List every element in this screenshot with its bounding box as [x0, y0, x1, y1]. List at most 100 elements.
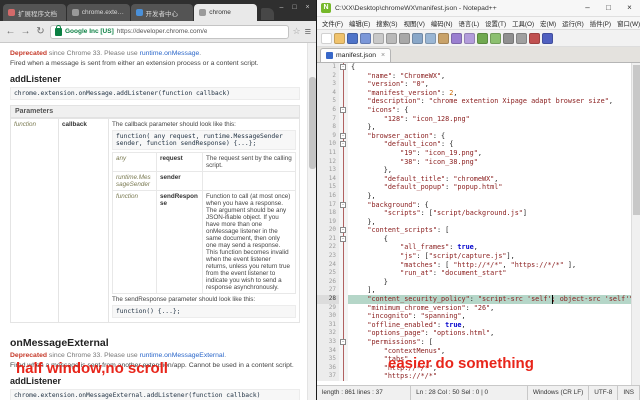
padlock-icon[interactable] [55, 24, 62, 36]
close-button[interactable]: × [301, 2, 314, 13]
scrollbar-thumb[interactable] [309, 77, 316, 169]
play-macro-icon[interactable] [542, 32, 553, 44]
paste-icon[interactable] [438, 32, 449, 44]
browser-menu-icon[interactable]: ≡ [305, 26, 311, 38]
editor-line[interactable]: 4 "manifest_version": 2, [317, 88, 631, 98]
bookmark-star-icon[interactable]: ☆ [293, 26, 301, 37]
code-editor[interactable]: 1-{2 "name": "ChromeWX", 3 "version": "0"… [317, 63, 640, 385]
maximize-button[interactable]: □ [288, 2, 301, 13]
editor-line[interactable]: 32 "options_page": "options.html", [317, 329, 631, 338]
editor-line[interactable]: 34 "contextMenus", [317, 346, 631, 356]
editor-line[interactable]: 1-{ [317, 63, 631, 72]
back-icon[interactable]: ← [5, 26, 16, 37]
editor-line[interactable]: 20- "content_scripts": [ [317, 226, 631, 235]
menu-item[interactable]: 编码(N) [428, 19, 456, 28]
editor-line[interactable]: 23 "js": ["script/capture.js"], [317, 252, 631, 261]
editor-line[interactable]: 21- { [317, 234, 631, 244]
cut-icon[interactable] [412, 32, 423, 44]
editor-line[interactable]: 9- "browser_action": { [317, 131, 631, 141]
replace-icon[interactable] [490, 32, 501, 44]
fold-collapse-icon[interactable]: - [340, 132, 346, 139]
ssl-org-label[interactable]: Google Inc [US] [65, 28, 114, 35]
browser-tab[interactable]: chrome.extension… [66, 4, 130, 21]
menu-item[interactable]: 设置(T) [482, 19, 509, 28]
maximize-button[interactable]: □ [598, 0, 619, 16]
zoom-in-icon[interactable] [503, 32, 514, 44]
editor-line[interactable]: 16 }, [317, 191, 631, 201]
fold-collapse-icon[interactable]: - [340, 201, 346, 208]
editor-line[interactable]: 29 "minimum_chrome_version": "26", [317, 303, 631, 313]
fold-collapse-icon[interactable]: - [340, 235, 346, 242]
fold-collapse-icon[interactable]: - [340, 64, 346, 70]
runtime-onmessage-link[interactable]: runtime.onMessage [140, 50, 200, 57]
editor-line[interactable]: 7 "128": "icon_128.png" [317, 114, 631, 124]
omnibox[interactable]: Google Inc [US] https://developer.chrome… [50, 24, 289, 39]
menu-item[interactable]: 运行(R) [559, 19, 587, 28]
zoom-out-icon[interactable] [516, 32, 527, 44]
minimize-button[interactable]: – [275, 2, 288, 13]
editor-line[interactable]: 22 "all_frames": true, [317, 243, 631, 253]
editor-line[interactable]: 11 "19": "icon_19.png", [317, 148, 631, 158]
editor-line[interactable]: 37 "https://*/*" [317, 372, 631, 381]
close-all-icon[interactable] [386, 32, 397, 44]
browser-tab[interactable]: chrome [194, 4, 257, 21]
browser-tab[interactable]: 扩展程序文档 [3, 4, 66, 21]
scrollbar-thumb[interactable] [633, 65, 640, 215]
editor-line[interactable]: 31 "offline_enabled": true, [317, 320, 631, 330]
save-all-icon[interactable] [360, 32, 371, 44]
browser-tab[interactable]: 开发者中心 [130, 4, 194, 21]
editor-line[interactable]: 15 "default_popup": "popup.html" [317, 183, 631, 192]
editor-line[interactable]: 12 "38": "icon_38.png" [317, 157, 631, 167]
editor-line[interactable]: 10- "default_icon": { [317, 140, 631, 149]
editor-line[interactable]: 6- "icons": { [317, 105, 631, 115]
editor-line[interactable]: 17- "background": { [317, 200, 631, 210]
menu-item[interactable]: 宏(M) [537, 19, 559, 28]
editor-line[interactable]: 3 "version": "0", [317, 80, 631, 89]
param-type-link[interactable]: runtime.MessageSender [112, 171, 157, 191]
close-file-icon[interactable] [373, 32, 384, 44]
new-tab-button[interactable] [261, 8, 274, 20]
menu-item[interactable]: 工具(O) [509, 19, 537, 28]
editor-line[interactable]: 25 "run_at": "document_start" [317, 269, 631, 278]
editor-line[interactable]: 26 } [317, 277, 631, 287]
menu-item[interactable]: 语言(L) [456, 19, 483, 28]
menu-item[interactable]: 文件(F) [319, 19, 346, 28]
editor-line[interactable]: 14 "default_title": "chromeWX", [317, 174, 631, 184]
menu-item[interactable]: 视图(V) [401, 19, 428, 28]
find-icon[interactable] [477, 32, 488, 44]
redo-icon[interactable] [464, 32, 475, 44]
editor-line[interactable]: 2 "name": "ChromeWX", [317, 71, 631, 81]
record-macro-icon[interactable] [529, 32, 540, 44]
menu-item[interactable]: 窗口(W) [614, 19, 640, 28]
menu-item[interactable]: 搜索(S) [373, 19, 400, 28]
doc-vertical-scrollbar[interactable] [307, 43, 316, 400]
editor-vertical-scrollbar[interactable] [631, 63, 640, 385]
editor-line[interactable]: 27 ], [317, 286, 631, 296]
open-folder-icon[interactable] [334, 32, 345, 44]
url-text[interactable]: https://developer.chrome.com/e [117, 28, 208, 35]
minimize-button[interactable]: – [577, 0, 598, 16]
fold-collapse-icon[interactable]: - [340, 227, 346, 234]
close-button[interactable]: × [619, 0, 640, 16]
new-file-icon[interactable] [321, 32, 332, 44]
editor-line[interactable]: 30 "incognito": "spanning", [317, 312, 631, 321]
tab-close-icon[interactable]: × [381, 52, 385, 59]
undo-icon[interactable] [451, 32, 462, 44]
forward-icon[interactable]: → [20, 26, 31, 37]
editor-line[interactable]: 5 "description": "chrome extention Xipag… [317, 97, 631, 106]
editor-line[interactable]: 13 }, [317, 166, 631, 175]
editor-line[interactable]: 28 "content_security_policy": "script-sr… [317, 295, 631, 304]
editor-line[interactable]: 19 }, [317, 217, 631, 227]
menu-item[interactable]: 插件(P) [587, 19, 614, 28]
menu-item[interactable]: 编辑(E) [346, 19, 373, 28]
editor-line[interactable]: 18 "scripts": ["script/background.js"] [317, 209, 631, 218]
reload-icon[interactable]: ↻ [35, 26, 46, 37]
editor-line[interactable]: 24 "matches": [ "http://*/*", "https://*… [317, 260, 631, 270]
npp-titlebar[interactable]: N C:\XX\Desktop\chromeWX\manifest.json -… [317, 0, 640, 17]
fold-collapse-icon[interactable]: - [340, 106, 346, 113]
file-tab-manifest[interactable]: manifest.json × [320, 48, 392, 62]
copy-icon[interactable] [425, 32, 436, 44]
editor-line[interactable]: 8 }, [317, 123, 631, 132]
fold-collapse-icon[interactable]: - [340, 141, 346, 148]
editor-line[interactable]: 33- "permissions": [ [317, 338, 631, 347]
